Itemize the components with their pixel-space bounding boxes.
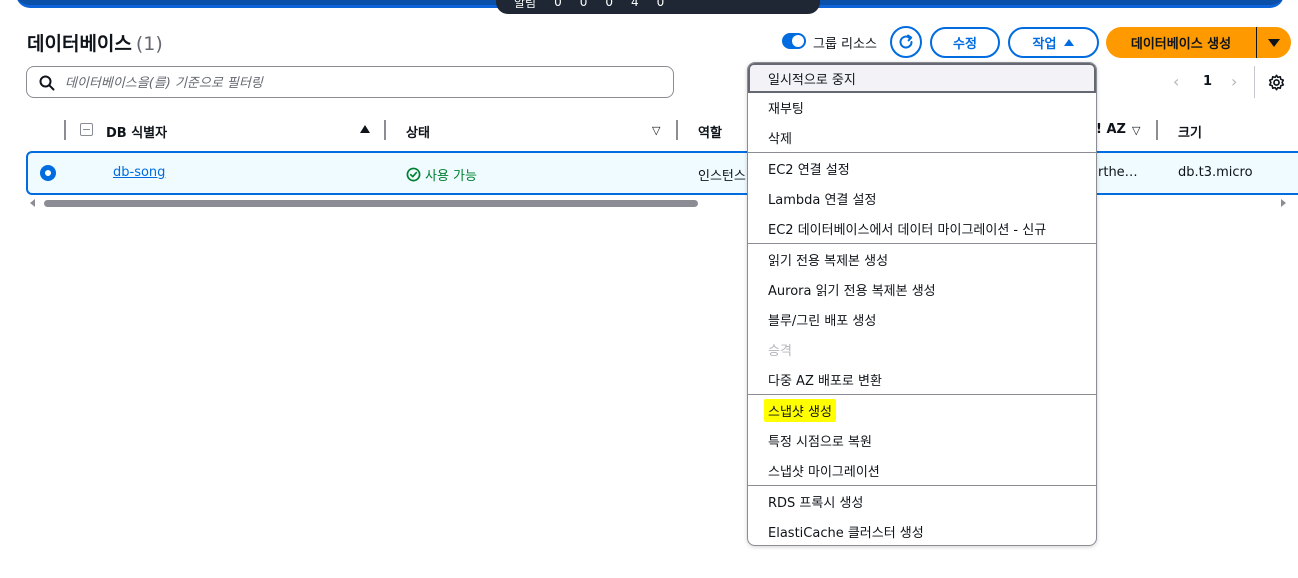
notification-count: 4 [631, 0, 639, 9]
edit-button[interactable]: 수정 [930, 27, 1000, 58]
current-page-number[interactable]: 1 [1203, 74, 1212, 89]
edit-button-label: 수정 [953, 37, 977, 52]
menu-item-create-blue-green[interactable]: 블루/그린 배포 생성 [748, 304, 1096, 334]
menu-item-promote: 승격 [748, 334, 1096, 364]
menu-item-label: 재부팅 [768, 101, 804, 117]
menu-item-label: Lambda 연결 설정 [768, 192, 877, 208]
role-cell: 인스턴스 [698, 169, 746, 184]
actions-button-label: 작업 [1032, 37, 1057, 52]
sort-icon[interactable]: ▽ [652, 124, 660, 137]
table-header: DB 식별자 상태 ▽ 역할 ! AZ ▽ 크기 [0, 112, 1298, 148]
menu-item-lambda-connection[interactable]: Lambda 연결 설정 [748, 183, 1096, 213]
notification-label: 알림 [514, 0, 537, 10]
group-resources-label: 그룹 리소스 [813, 37, 877, 52]
scroll-right-arrow-icon[interactable] [1281, 199, 1286, 207]
status-text: 사용 가능 [425, 169, 477, 184]
az-cell: rthe… [1098, 165, 1138, 180]
sort-icon[interactable]: ▽ [1132, 124, 1140, 137]
size-cell: db.t3.micro [1178, 165, 1253, 180]
page-title-text: 데이터베이스 [27, 33, 132, 55]
caret-down-icon [1268, 38, 1280, 47]
menu-item-label: 다중 AZ 배포로 변환 [768, 373, 882, 389]
column-divider[interactable] [676, 120, 678, 140]
next-page-icon[interactable]: › [1231, 72, 1237, 91]
menu-item-ec2-connection[interactable]: EC2 연결 설정 [748, 153, 1096, 183]
column-header-az[interactable]: ! AZ [1096, 122, 1126, 137]
gear-icon[interactable] [1268, 74, 1285, 91]
menu-item-create-snapshot[interactable]: 스냅샷 생성 [748, 395, 1096, 425]
menu-item-delete[interactable]: 삭제 [748, 122, 1096, 152]
menu-item-label: 블루/그린 배포 생성 [768, 313, 877, 329]
menu-item-reboot[interactable]: 재부팅 [748, 92, 1096, 122]
prev-page-icon[interactable]: ‹ [1173, 72, 1179, 91]
table-row[interactable]: db-song 사용 가능 인스턴스 rthe… db.t3.micro [26, 151, 1298, 195]
notification-count: 0 [579, 0, 588, 9]
column-divider[interactable] [384, 120, 386, 140]
menu-item-label: 삭제 [768, 131, 792, 147]
search-icon [39, 75, 55, 91]
notification-count: 0 [605, 0, 614, 9]
menu-item-create-read-replica[interactable]: 읽기 전용 복제본 생성 [748, 244, 1096, 274]
menu-item-create-rds-proxy[interactable]: RDS 프록시 생성 [748, 486, 1096, 516]
sort-ascending-icon[interactable] [360, 125, 370, 133]
menu-item-label: EC2 데이터베이스에서 데이터 마이그레이션 - 신규 [768, 222, 1047, 238]
refresh-button[interactable] [890, 26, 922, 58]
menu-item-label: 읽기 전용 복제본 생성 [768, 253, 889, 269]
actions-dropdown-menu: 일시적으로 중지 재부팅 삭제 EC2 연결 설정 Lambda 연결 설정 E… [747, 62, 1097, 546]
menu-item-label: 스냅샷 마이그레이션 [768, 464, 880, 480]
column-header-role[interactable]: 역할 [698, 122, 722, 141]
group-resources-toggle[interactable] [782, 33, 806, 49]
select-all-checkbox[interactable] [80, 123, 93, 136]
scrollbar-thumb[interactable] [44, 200, 698, 207]
create-database-dropdown-button[interactable] [1256, 27, 1291, 58]
filter-search-box [26, 66, 674, 98]
db-identifier-link[interactable]: db-song [113, 165, 165, 180]
column-header-db-identifier[interactable]: DB 식별자 [106, 122, 167, 141]
status-cell: 사용 가능 [406, 165, 477, 184]
notification-count: 0 [554, 0, 562, 9]
menu-item-label: RDS 프록시 생성 [768, 495, 864, 511]
horizontal-scrollbar[interactable] [26, 197, 1290, 209]
menu-item-convert-multi-az[interactable]: 다중 AZ 배포로 변환 [748, 364, 1096, 394]
menu-item-stop-temporarily[interactable]: 일시적으로 중지 [748, 63, 1096, 93]
menu-item-label: 특정 시점으로 복원 [768, 434, 872, 450]
menu-item-label: ElastiCache 클러스터 생성 [768, 525, 924, 541]
notification-count: 0 [656, 0, 665, 9]
actions-button[interactable]: 작업 [1008, 27, 1099, 58]
menu-item-create-aurora-read-replica[interactable]: Aurora 읽기 전용 복제본 생성 [748, 274, 1096, 304]
column-header-size[interactable]: 크기 [1178, 122, 1202, 141]
menu-item-create-elasticache[interactable]: ElastiCache 클러스터 생성 [748, 516, 1096, 545]
notification-bar: 알림 0 0 0 4 0 [496, 0, 820, 14]
check-circle-icon [406, 167, 421, 182]
create-database-button[interactable]: 데이터베이스 생성 [1106, 27, 1256, 58]
menu-item-label: Aurora 읽기 전용 복제본 생성 [768, 283, 936, 299]
scroll-left-arrow-icon[interactable] [30, 199, 35, 207]
column-header-status[interactable]: 상태 [406, 122, 430, 141]
refresh-icon [899, 34, 913, 49]
menu-item-snapshot-migration[interactable]: 스냅샷 마이그레이션 [748, 455, 1096, 485]
menu-item-point-in-time-restore[interactable]: 특정 시점으로 복원 [748, 425, 1096, 455]
create-database-label: 데이터베이스 생성 [1130, 37, 1232, 52]
menu-item-ec2-migration[interactable]: EC2 데이터베이스에서 데이터 마이그레이션 - 신규 [748, 213, 1096, 243]
menu-item-label: 승격 [768, 343, 792, 359]
menu-item-label: 일시적으로 중지 [768, 72, 856, 88]
menu-item-label: 스냅샷 생성 [764, 398, 836, 422]
column-divider[interactable] [1156, 120, 1158, 140]
row-radio-selected[interactable] [40, 165, 56, 181]
menu-item-label: EC2 연결 설정 [768, 162, 850, 178]
caret-up-icon [1064, 39, 1075, 46]
search-input[interactable] [65, 73, 665, 93]
resource-count: (1) [135, 33, 163, 55]
pager-divider [1254, 66, 1255, 98]
page-title: 데이터베이스 (1) [27, 29, 163, 56]
column-divider [64, 120, 66, 140]
